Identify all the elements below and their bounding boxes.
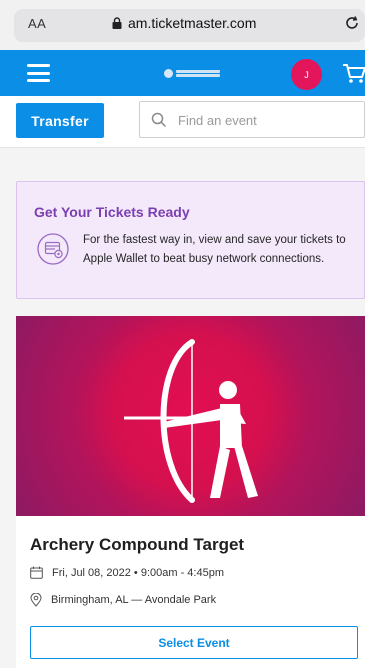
menu-icon[interactable]: [27, 64, 50, 82]
event-title[interactable]: Archery Compound Target: [30, 535, 244, 555]
lock-icon: [112, 17, 122, 29]
banner-title: Get Your Tickets Ready: [34, 204, 190, 220]
calendar-icon: [30, 566, 43, 579]
event-location-text: Birmingham, AL — Avondale Park: [51, 594, 217, 606]
event-location: Birmingham, AL — Avondale Park: [30, 593, 216, 607]
archer-pictogram: [124, 339, 258, 503]
event-date: Fri, Jul 08, 2022 • 9:00am - 4:45pm: [30, 566, 224, 579]
cart-icon[interactable]: [342, 62, 365, 84]
banner-text: For the fastest way in, view and save yo…: [83, 234, 346, 265]
reload-icon[interactable]: [344, 15, 360, 31]
world-games-logo[interactable]: [164, 66, 222, 80]
search-box[interactable]: [139, 101, 365, 138]
reader-settings-button[interactable]: AA: [28, 16, 46, 31]
wallet-icon: [37, 233, 69, 265]
transfer-button[interactable]: Transfer: [16, 103, 104, 138]
avatar[interactable]: J: [291, 59, 322, 90]
location-pin-icon: [30, 593, 42, 607]
event-card: Archery Compound Target Fri, Jul 08, 202…: [16, 316, 365, 668]
select-event-button[interactable]: Select Event: [30, 626, 358, 659]
url-display[interactable]: am.ticketmaster.com: [112, 15, 256, 31]
tickets-ready-banner: Get Your Tickets Ready For the fastest w…: [16, 181, 365, 299]
search-input[interactable]: [178, 110, 358, 130]
toolbar: Transfer: [0, 96, 365, 148]
event-image[interactable]: [16, 316, 365, 516]
search-icon: [151, 112, 167, 128]
event-date-text: Fri, Jul 08, 2022 • 9:00am - 4:45pm: [52, 566, 224, 579]
url-text: am.ticketmaster.com: [128, 15, 257, 31]
browser-address-bar: AA am.ticketmaster.com: [0, 0, 365, 50]
